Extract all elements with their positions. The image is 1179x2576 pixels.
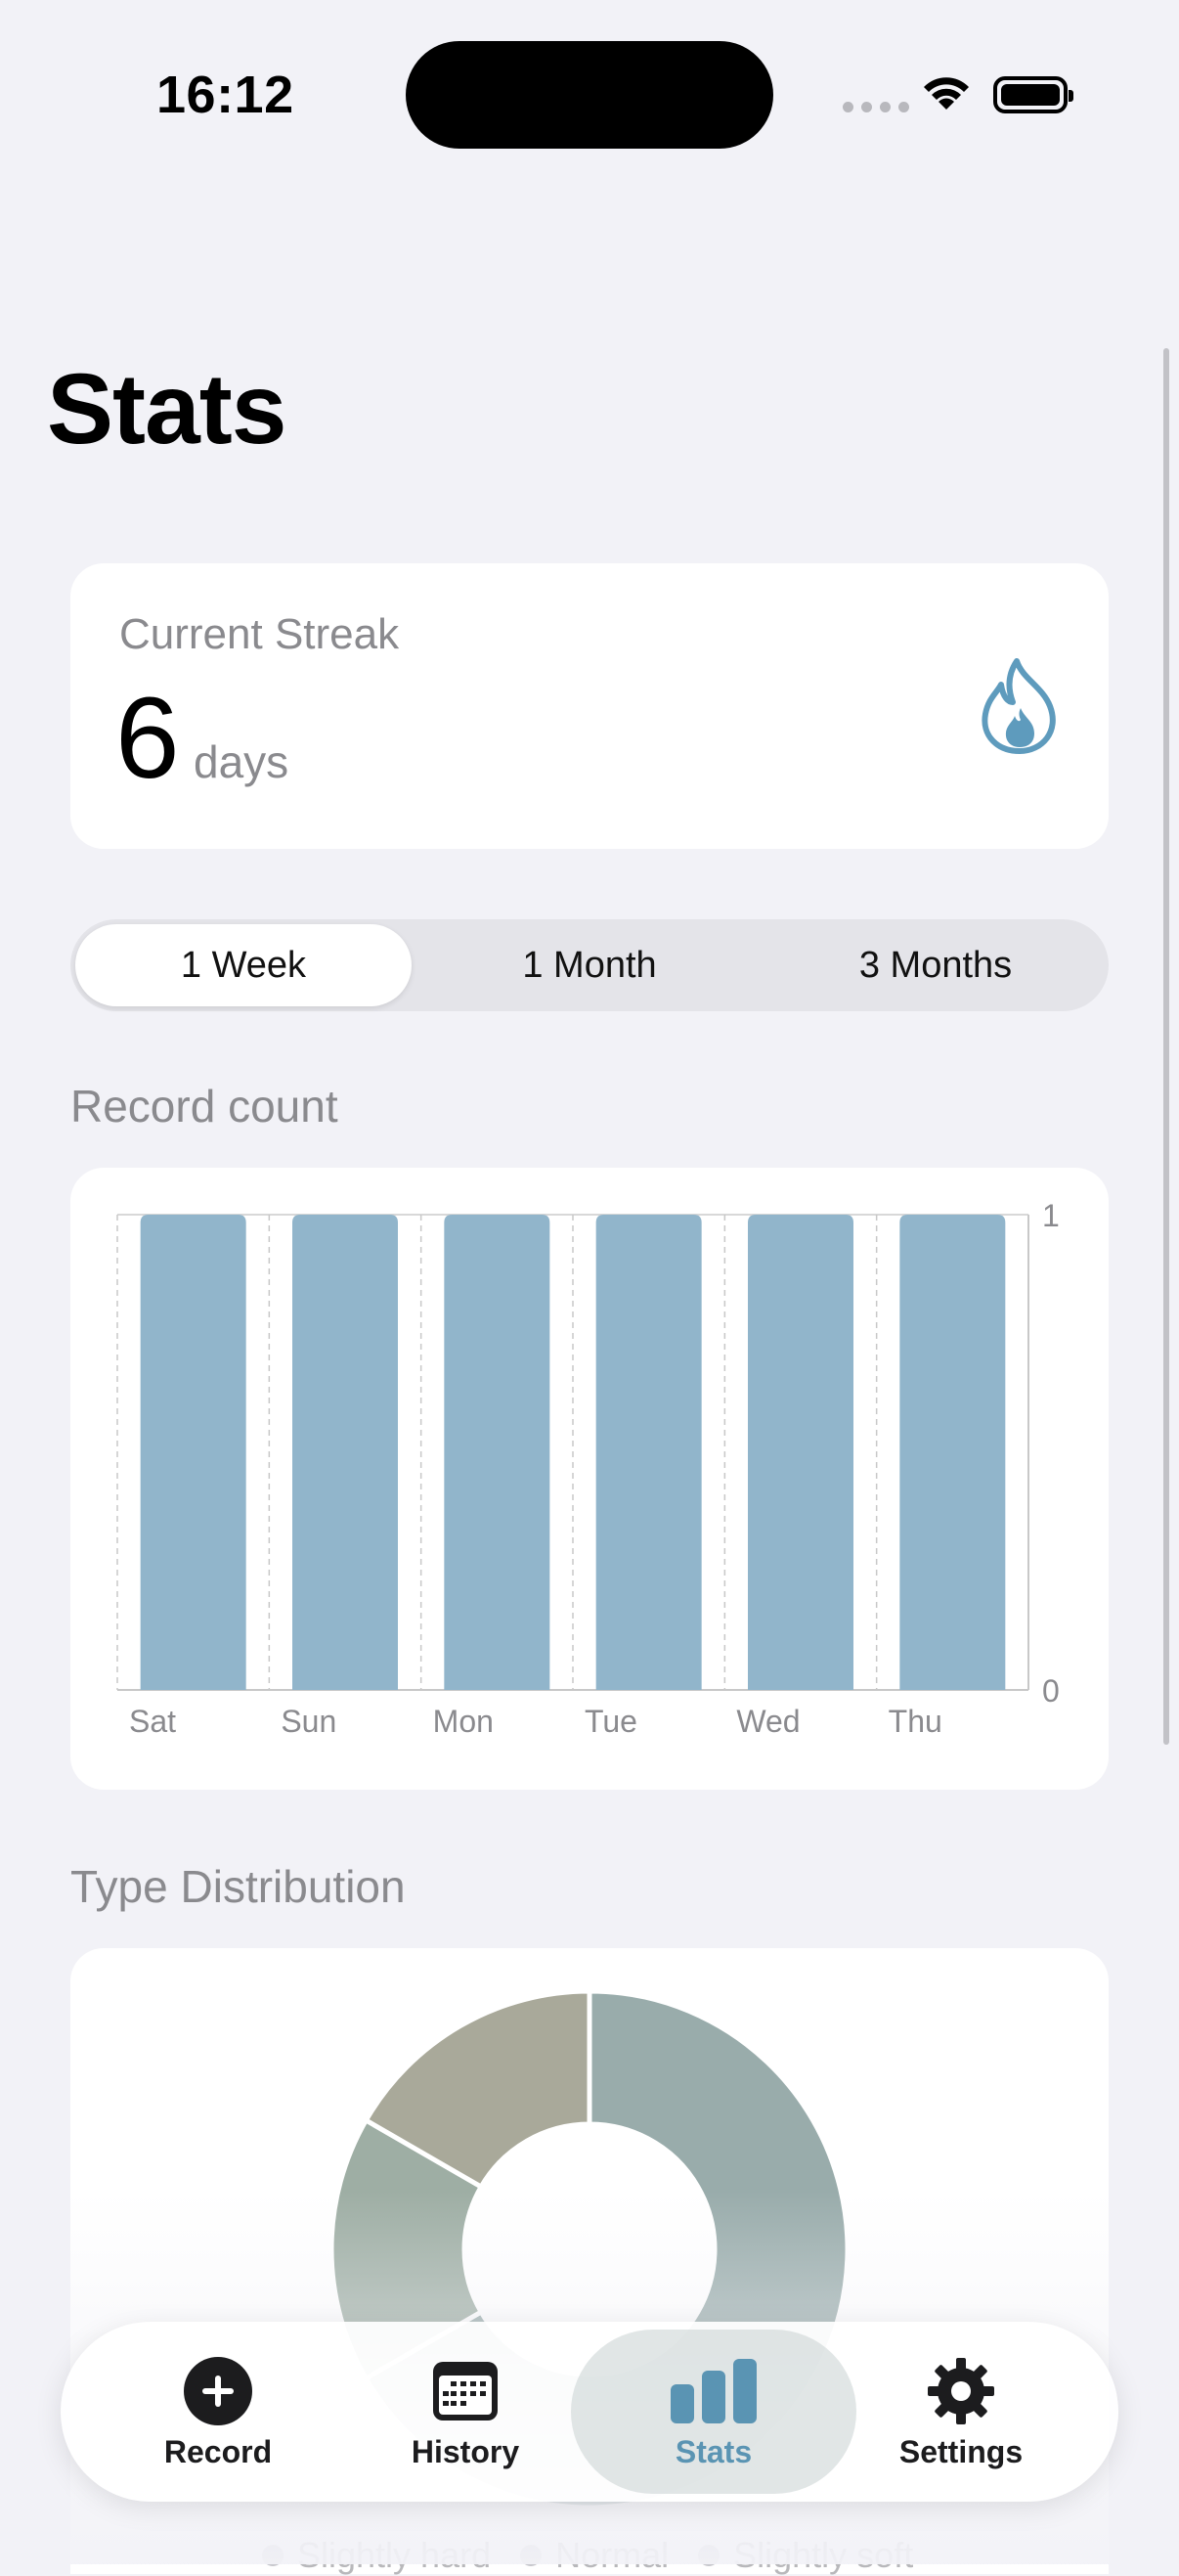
x-tick-label: Wed	[736, 1704, 800, 1739]
bar	[444, 1215, 550, 1690]
streak-value: 6	[115, 674, 180, 803]
bar	[140, 1215, 246, 1690]
range-option-1-month[interactable]: 1 Month	[421, 924, 758, 1006]
y-tick-label: 1	[1042, 1198, 1060, 1233]
tab-record[interactable]: Record	[96, 2322, 340, 2502]
x-tick-label: Sat	[129, 1704, 176, 1739]
streak-unit: days	[194, 736, 289, 787]
streak-card: Current Streak 6 days	[70, 563, 1109, 849]
cellular-signal-icon	[843, 102, 909, 112]
x-tick-label: Mon	[433, 1704, 494, 1739]
record-count-chart: Sat Sun Mon Tue Wed Thu 1 0	[116, 1198, 1060, 1739]
type-distribution-title: Type Distribution	[70, 1861, 406, 1912]
page-title: Stats	[47, 353, 286, 465]
tab-settings-label: Settings	[898, 2433, 1024, 2469]
record-count-title: Record count	[70, 1081, 338, 1132]
tab-record-label: Record	[163, 2433, 273, 2469]
record-count-chart-card: Sat Sun Mon Tue Wed Thu 1 0	[70, 1168, 1109, 1790]
bar	[748, 1215, 853, 1690]
plus-circle-icon	[184, 2356, 252, 2425]
bar	[899, 1215, 1006, 1690]
range-selector: 1 Week 1 Month 3 Months	[70, 919, 1109, 1011]
x-tick-label: Tue	[585, 1704, 637, 1739]
range-option-3-months[interactable]: 3 Months	[767, 924, 1104, 1006]
x-tick-label: Sun	[281, 1704, 336, 1739]
dynamic-island	[406, 41, 773, 149]
scrollbar[interactable]	[1163, 348, 1169, 1745]
tab-history-label: History	[411, 2433, 520, 2469]
flame-icon	[982, 658, 1056, 754]
tab-bar: Record History Stats Settings	[61, 2322, 1118, 2502]
wifi-icon	[924, 77, 969, 110]
calendar-icon	[433, 2361, 498, 2421]
tab-stats-label: Stats	[675, 2433, 753, 2469]
status-time: 16:12	[156, 66, 294, 124]
bar	[595, 1215, 702, 1690]
range-option-1-week[interactable]: 1 Week	[75, 924, 412, 1006]
tab-stats[interactable]: Stats	[591, 2322, 836, 2502]
bar	[292, 1215, 398, 1690]
y-tick-label: 0	[1042, 1673, 1060, 1709]
bar-chart-icon	[671, 2358, 757, 2423]
x-tick-label: Thu	[889, 1704, 942, 1739]
streak-label: Current Streak	[119, 610, 400, 658]
tab-history[interactable]: History	[343, 2322, 588, 2502]
battery-icon	[993, 76, 1073, 113]
tab-settings[interactable]: Settings	[839, 2322, 1083, 2502]
gear-icon	[928, 2357, 994, 2424]
